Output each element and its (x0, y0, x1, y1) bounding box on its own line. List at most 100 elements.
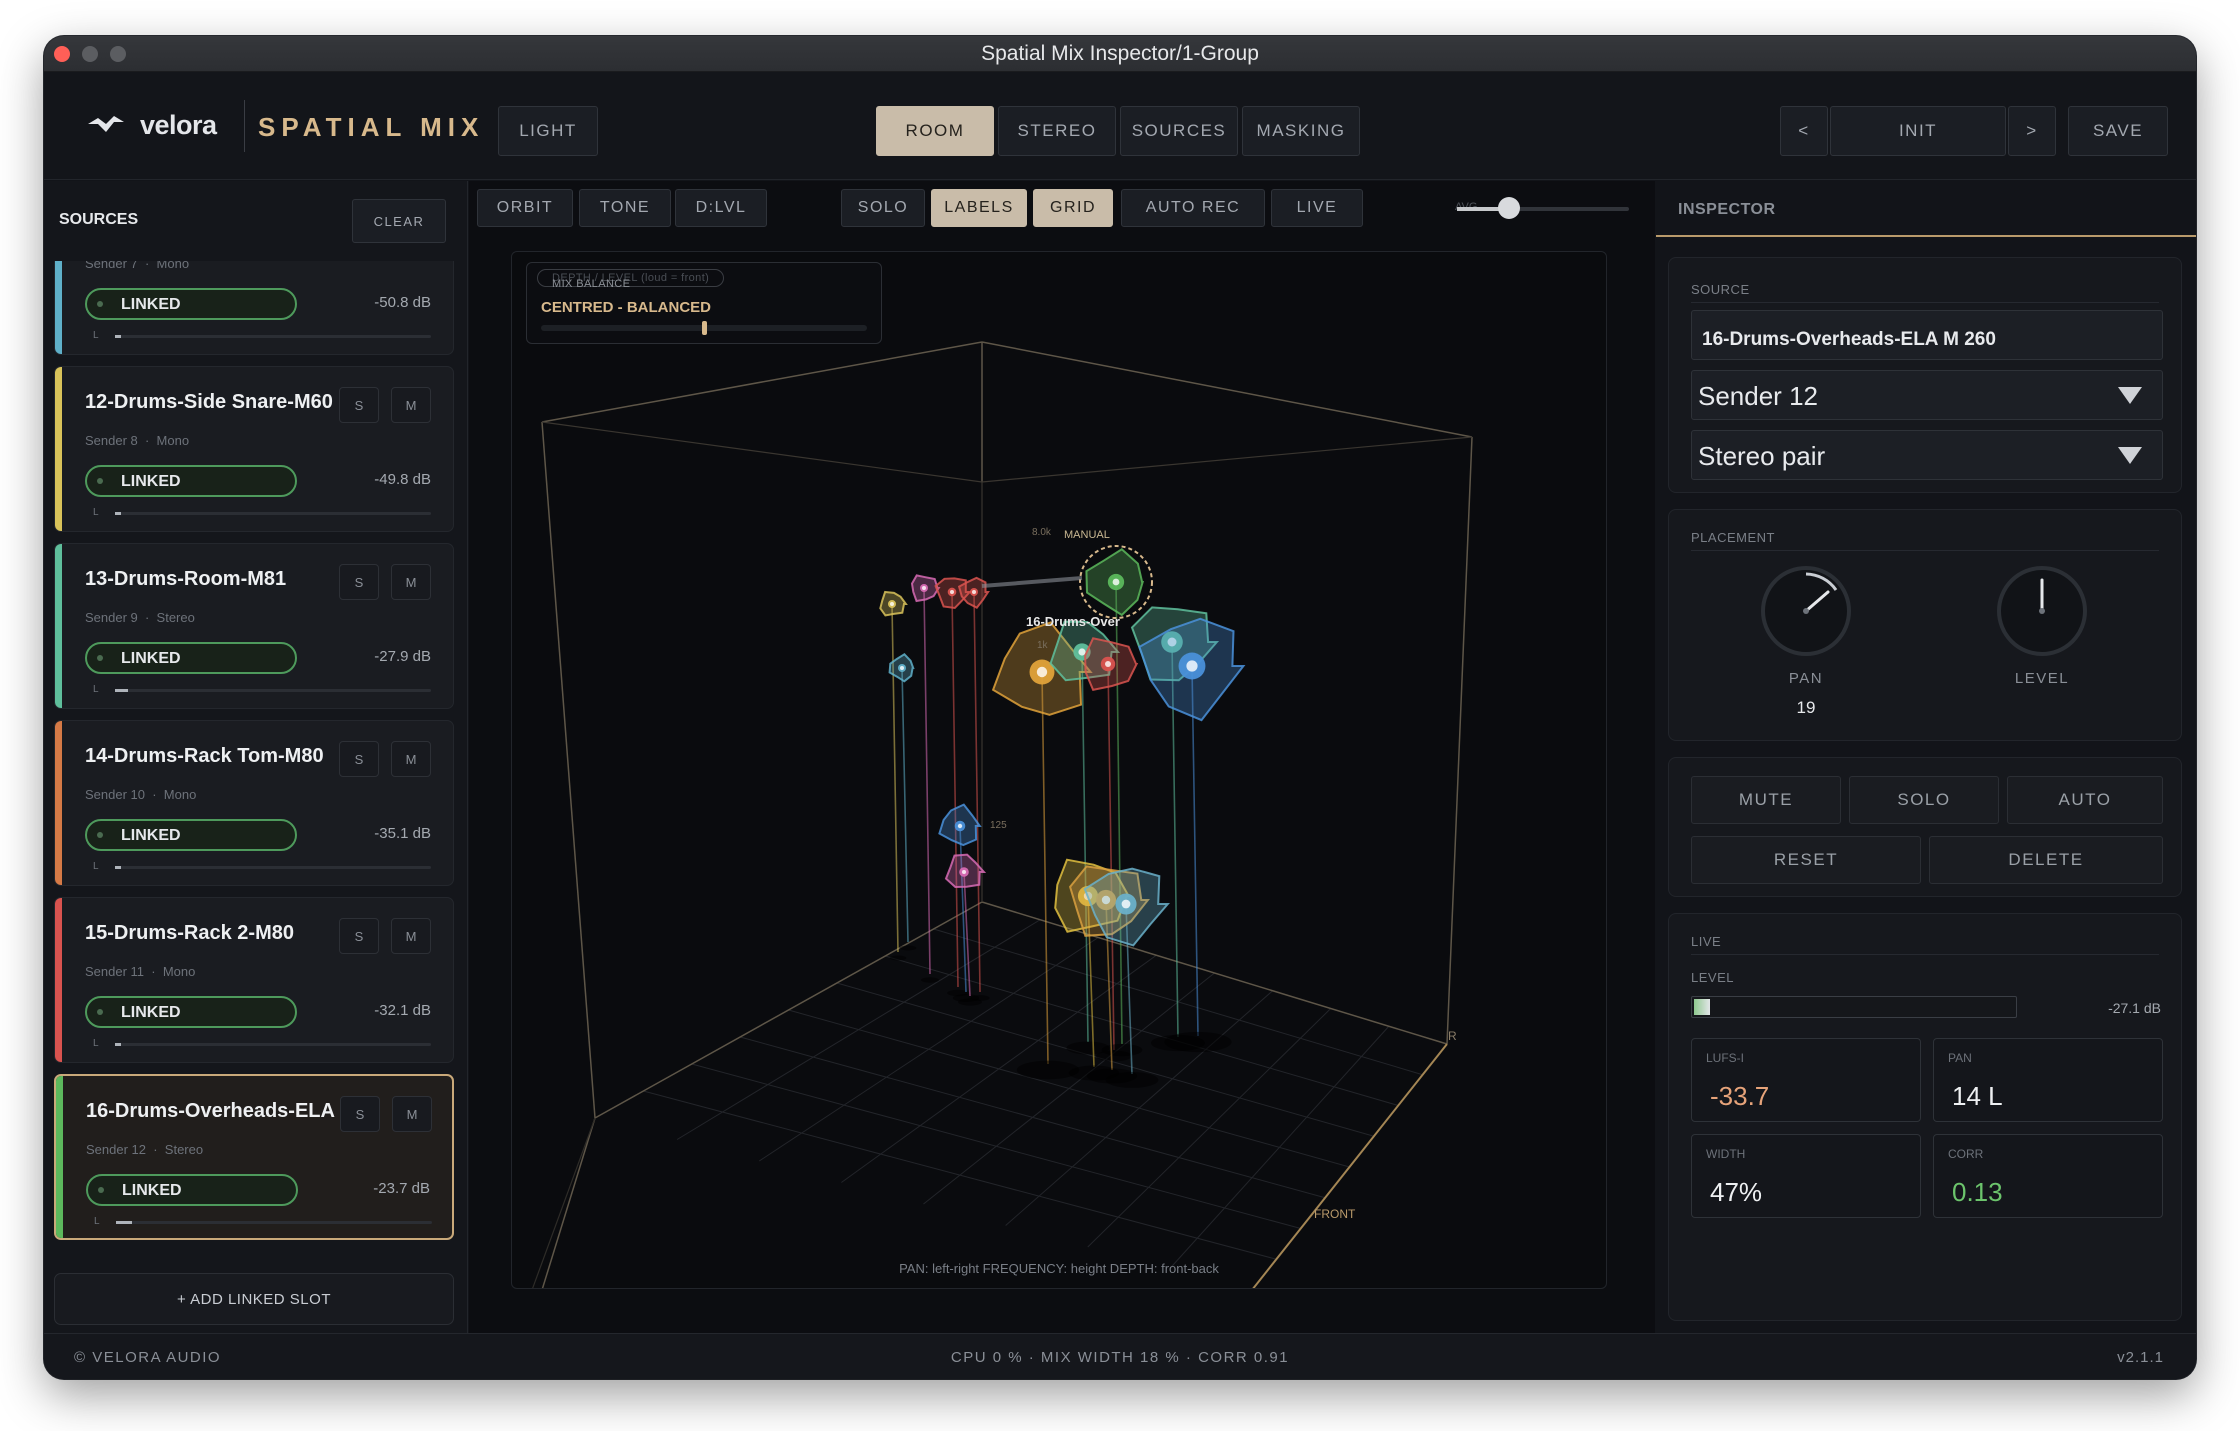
linked-label: LINKED (121, 296, 181, 313)
source-level-db: -35.1 dB (374, 825, 431, 842)
tab-sources[interactable]: SOURCES (1120, 106, 1238, 156)
mix-balance-title-text: MIX BALANCE (552, 278, 631, 290)
source-stem (923, 587, 931, 975)
tab-stereo[interactable]: STEREO (998, 106, 1116, 156)
placement-divider (1691, 550, 2159, 551)
source-solo-button[interactable]: S (340, 1096, 380, 1132)
width-stat-label: WIDTH (1706, 1147, 1746, 1161)
toolbar-labels-button[interactable]: LABELS (931, 189, 1027, 227)
3d-viewport[interactable]: 8.0k 1k 125 MANUAL 16-Drums-Over FRONT R… (511, 251, 1607, 1289)
inspector-title: INSPECTOR (1678, 201, 1776, 218)
source-mute-button[interactable]: M (391, 564, 431, 600)
pan-knob[interactable] (1761, 566, 1851, 656)
sender-select[interactable]: Sender 12 (1691, 370, 2163, 420)
inspector-panel: INSPECTOR SOURCE 16-Drums-Overheads-ELA … (1656, 181, 2196, 1333)
live-divider (1691, 954, 2159, 955)
source-solo-button[interactable]: S (339, 564, 379, 600)
linked-toggle[interactable]: LINKED (85, 288, 297, 320)
pan-stat: PAN 14 L (1933, 1038, 2163, 1122)
source-card[interactable]: 14-Drums-Rack Tom-M80 S M Sender 10 · Mono L… (54, 720, 454, 886)
room-scene[interactable]: 8.0k 1k 125 MANUAL 16-Drums-Over FRONT R (512, 252, 1607, 1289)
next-preset-button[interactable]: > (2008, 106, 2056, 156)
level-knob[interactable] (1997, 566, 2087, 656)
source-level-fill (115, 1043, 122, 1046)
source-divider (1691, 302, 2159, 303)
tab-masking[interactable]: MASKING (1242, 106, 1360, 156)
source-name-field[interactable]: 16-Drums-Overheads-ELA M 260 (1691, 310, 2163, 360)
source-card[interactable]: 13-Drums-Room-M81 S M Sender 9 · Stereo LINK… (54, 543, 454, 709)
source-card[interactable]: 15-Drums-Rack 2-M80 S M Sender 11 · Mono LIN… (54, 897, 454, 1063)
source-level-fill (115, 689, 128, 692)
title-bar: Spatial Mix Inspector/1-Group (44, 36, 2196, 72)
zoom-slider[interactable] (1457, 197, 1629, 219)
zoom-slider-knob[interactable] (1497, 197, 1520, 219)
channel-mode-value: Stereo pair (1698, 441, 1826, 471)
source-card[interactable]: 16-Drums-Overheads-ELA ... S M Sender 12 · … (54, 1074, 454, 1240)
source-solo-button[interactable]: S (339, 741, 379, 777)
source-mute-button[interactable]: M (391, 387, 431, 423)
toolbar-d-lvl-button[interactable]: D:LVL (675, 189, 767, 227)
source-mute-button[interactable]: M (392, 1096, 432, 1132)
add-linked-slot-button[interactable]: + ADD LINKED SLOT (54, 1273, 454, 1325)
toolbar-grid-button[interactable]: GRID (1033, 189, 1113, 227)
window-title: Spatial Mix Inspector/1-Group (981, 42, 1259, 65)
level-meter (1691, 996, 2017, 1018)
source-shadow (1105, 1072, 1159, 1088)
lufs-stat-value: -33.7 (1710, 1081, 1770, 1111)
auto-button[interactable]: AUTO (2007, 776, 2163, 824)
room-edge (541, 421, 596, 1119)
theme-toggle-button[interactable]: LIGHT (498, 106, 598, 156)
linked-toggle[interactable]: LINKED (85, 642, 297, 674)
source-card[interactable]: SMSender 7 · MonoLINKED-50.8 dBL (54, 261, 454, 355)
source-sender: Sender 12 (86, 1142, 146, 1157)
linked-toggle[interactable]: LINKED (85, 996, 297, 1028)
source-shadow (921, 977, 939, 983)
source-solo-button[interactable]: S (339, 387, 379, 423)
source-level-meter (115, 512, 431, 515)
linked-label: LINKED (121, 473, 181, 490)
source-mute-button[interactable]: M (391, 918, 431, 954)
source-mute-button[interactable]: M (391, 741, 431, 777)
source-meta: Sender 9 · Stereo (85, 610, 195, 625)
live-panel: LIVE LEVEL -27.1 dB LUFS-I -33.7 PAN 14 … (1668, 913, 2182, 1321)
source-level-meter (115, 1043, 431, 1046)
source-level-db: -50.8 dB (374, 294, 431, 311)
toolbar-live-button[interactable]: LIVE (1271, 189, 1363, 227)
linked-toggle[interactable]: LINKED (85, 819, 297, 851)
mute-button[interactable]: MUTE (1691, 776, 1841, 824)
mix-balance-title: DEPTH / LEVEL (loud = front) MIX BALANCE (537, 269, 725, 290)
source-stem (1081, 651, 1089, 1043)
linked-label: LINKED (121, 1004, 181, 1021)
toolbar-tone-button[interactable]: TONE (579, 189, 671, 227)
source-center-dot (1186, 660, 1198, 672)
source-center-dot (950, 590, 954, 594)
solo-button[interactable]: SOLO (1849, 776, 1999, 824)
source-center-dot (922, 586, 926, 590)
toolbar-solo-button[interactable]: SOLO (841, 189, 925, 227)
toolbar-orbit-button[interactable]: ORBIT (477, 189, 573, 227)
source-type: Mono (163, 787, 197, 802)
corr-stat: CORR 0.13 (1933, 1134, 2163, 1218)
clear-sources-button[interactable]: CLEAR (352, 199, 446, 243)
source-card[interactable]: 12-Drums-Side Snare-M60 S M Sender 8 · Mono… (54, 366, 454, 532)
channel-mode-select[interactable]: Stereo pair (1691, 430, 2163, 480)
linked-toggle[interactable]: LINKED (86, 1174, 298, 1206)
toolbar-auto-rec-button[interactable]: AUTO REC (1121, 189, 1265, 227)
prev-preset-button[interactable]: < (1780, 106, 1828, 156)
delete-button[interactable]: DELETE (1929, 836, 2163, 884)
source-panel: SOURCE 16-Drums-Overheads-ELA M 260 Send… (1668, 257, 2182, 493)
reset-button[interactable]: RESET (1691, 836, 1921, 884)
room-view: ORBIT TONE D:LVL SOLO LABELS GRID AUTO REC LIVE… (469, 181, 1655, 1333)
source-meta: Sender 8 · Mono (85, 433, 190, 448)
source-meta: Sender 11 · Mono (85, 964, 196, 979)
source-solo-button[interactable]: S (339, 918, 379, 954)
source-blobs[interactable] (879, 545, 1246, 947)
save-button[interactable]: SAVE (2068, 106, 2168, 156)
source-center-dot (1121, 899, 1131, 909)
linked-toggle[interactable]: LINKED (85, 465, 297, 497)
preset-name[interactable]: INIT (1830, 106, 2006, 156)
source-color-bar (55, 261, 62, 354)
tab-room[interactable]: ROOM (876, 106, 994, 156)
mix-balance-track (541, 321, 867, 335)
manual-tag: MANUAL (1064, 529, 1110, 541)
